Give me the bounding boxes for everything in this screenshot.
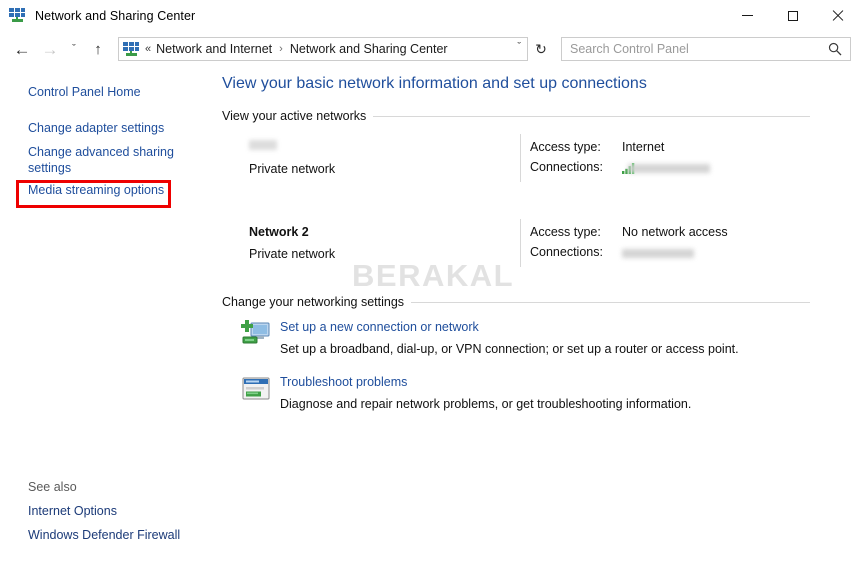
new-connection-icon <box>240 318 272 350</box>
maximize-icon <box>787 10 798 21</box>
search-input[interactable] <box>570 42 810 56</box>
task-description: Set up a broadband, dial-up, or VPN conn… <box>280 342 739 356</box>
network-divider <box>520 219 521 267</box>
recent-locations-button[interactable]: ˇ <box>64 35 84 63</box>
network-type: Private network <box>249 247 336 261</box>
breadcrumb-bar[interactable]: « Network and Internet › Network and Sha… <box>118 37 528 61</box>
search-box[interactable] <box>561 37 851 61</box>
breadcrumb-item-network-and-internet[interactable]: Network and Internet <box>156 42 272 56</box>
connections-label: Connections: <box>530 245 603 259</box>
see-also-item-internet-options[interactable]: Internet Options <box>28 504 117 518</box>
network-type: Private network <box>249 162 336 176</box>
refresh-button[interactable]: ↻ <box>528 37 554 61</box>
see-also-item-windows-defender-firewall[interactable]: Windows Defender Firewall <box>28 528 180 542</box>
sidebar-item-media-streaming-options[interactable]: Media streaming options <box>28 182 164 198</box>
access-type-value: No network access <box>622 225 728 239</box>
section-rule <box>411 301 810 303</box>
section-label-change-settings: Change your networking settings <box>222 295 405 309</box>
connections-value <box>628 164 710 173</box>
section-header-active-networks: View your active networks <box>222 108 810 124</box>
section-rule <box>373 115 810 117</box>
network-divider <box>520 134 521 182</box>
network-sharing-icon <box>9 7 26 24</box>
up-button[interactable]: ↑ <box>84 35 112 63</box>
access-type-value: Internet <box>622 140 665 154</box>
connections-label: Connections: <box>530 160 603 174</box>
access-type-label: Access type: <box>530 225 601 239</box>
minimize-button[interactable] <box>725 0 770 31</box>
task-description: Diagnose and repair network problems, or… <box>280 397 692 411</box>
close-button[interactable] <box>815 0 860 31</box>
page-title: View your basic network information and … <box>222 75 647 92</box>
section-header-change-settings: Change your networking settings <box>222 294 810 310</box>
window-controls <box>725 0 860 31</box>
maximize-button[interactable] <box>770 0 815 31</box>
sidebar-item-control-panel-home[interactable]: Control Panel Home <box>28 84 141 100</box>
breadcrumb-network-icon <box>123 41 139 57</box>
back-button[interactable]: ← <box>8 35 36 63</box>
see-also-heading: See also <box>28 480 77 494</box>
chevron-down-icon[interactable]: ˇ <box>517 41 521 53</box>
breadcrumb-separator-icon: › <box>279 43 283 55</box>
breadcrumb-item-network-and-sharing-center[interactable]: Network and Sharing Center <box>290 42 448 56</box>
sidebar: Control Panel Home Change adapter settin… <box>0 67 215 561</box>
sidebar-item-change-adapter-settings[interactable]: Change adapter settings <box>28 120 164 136</box>
window-title: Network and Sharing Center <box>35 8 196 23</box>
sidebar-item-change-advanced-sharing-settings[interactable]: Change advanced sharing settings <box>28 144 178 176</box>
main-content: View your basic network information and … <box>215 67 860 561</box>
network-sharing-center-window: Network and Sharing Center ← → ˇ ↑ « Net… <box>0 0 860 561</box>
network-name <box>249 140 277 150</box>
forward-button[interactable]: → <box>36 35 64 63</box>
connections-value <box>622 249 694 258</box>
breadcrumb-overflow-icon[interactable]: « <box>145 43 151 55</box>
section-label-active-networks: View your active networks <box>222 109 367 123</box>
access-type-label: Access type: <box>530 140 601 154</box>
minimize-icon <box>742 15 753 16</box>
task-title[interactable]: Troubleshoot problems <box>280 375 407 389</box>
close-icon <box>832 10 844 22</box>
search-icon <box>828 42 842 56</box>
task-title[interactable]: Set up a new connection or network <box>280 320 479 334</box>
troubleshoot-icon <box>240 373 272 405</box>
network-name: Network 2 <box>249 225 309 239</box>
title-bar: Network and Sharing Center <box>0 0 860 31</box>
address-bar: ← → ˇ ↑ « Network and Internet › Network… <box>0 31 860 67</box>
